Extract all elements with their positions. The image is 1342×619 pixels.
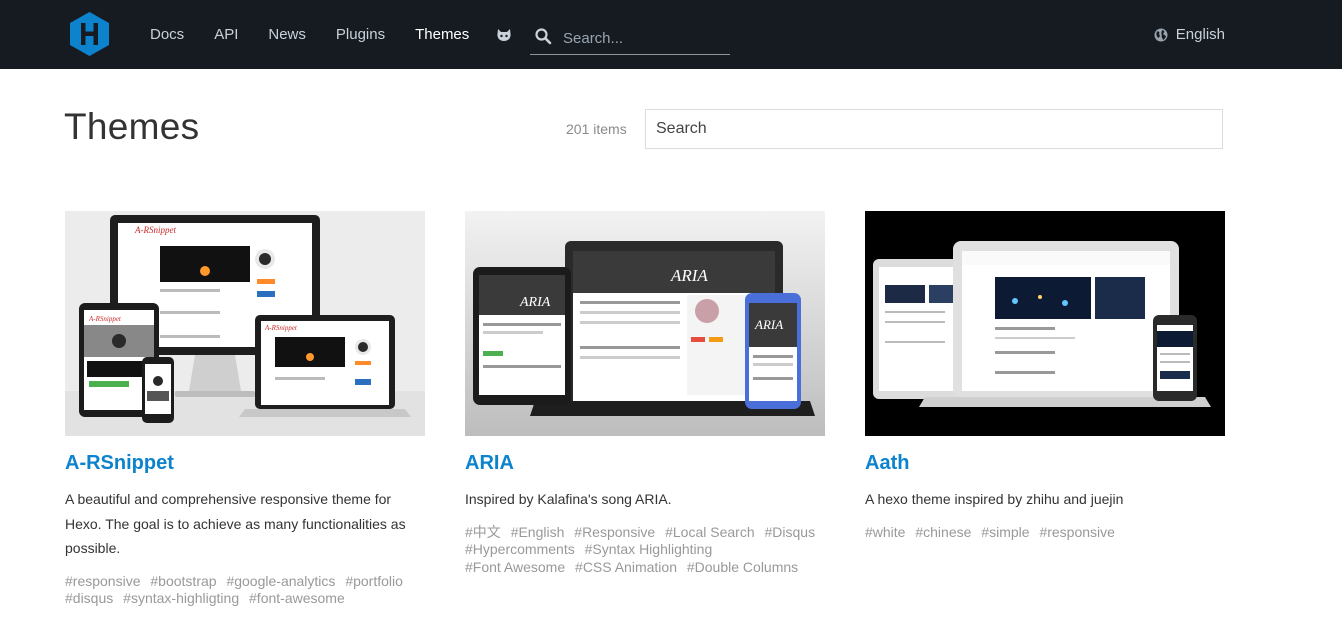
- tag[interactable]: #responsive: [65, 573, 141, 589]
- tag[interactable]: #Hypercomments: [465, 541, 575, 557]
- theme-tags: #中文 #English #Responsive #Local Search #…: [465, 524, 825, 577]
- tag[interactable]: #white: [865, 524, 905, 540]
- tag[interactable]: #Disqus: [765, 524, 816, 540]
- laptop-site-title: A-RSnippet: [264, 324, 298, 332]
- monitor-site-title: A-RSnippet: [134, 225, 176, 235]
- theme-description: Inspired by Kalafina's song ARIA.: [465, 491, 672, 507]
- tag[interactable]: #bootstrap: [150, 573, 216, 589]
- nav-plugins[interactable]: Plugins: [336, 0, 385, 69]
- theme-thumbnail-aria[interactable]: ARIA ARIA ARIA: [465, 211, 825, 436]
- nav-themes[interactable]: Themes: [415, 0, 469, 69]
- tag[interactable]: #Local Search: [665, 524, 755, 540]
- phone-site-title: ARIA: [754, 317, 783, 332]
- page-title: Themes: [64, 106, 200, 147]
- search-icon: [535, 28, 552, 45]
- laptop-site-title: ARIA: [670, 266, 708, 285]
- tablet-site-title: A-RSnippet: [88, 315, 122, 323]
- language-selector[interactable]: English: [1154, 0, 1225, 69]
- themes-search-input[interactable]: [645, 109, 1223, 149]
- theme-card-a-rsnippet: A-RSnippet A-RSnippet A-RSnippet A-RSnip…: [65, 211, 425, 608]
- theme-name[interactable]: ARIA: [465, 451, 825, 475]
- tag[interactable]: #portfolio: [345, 573, 403, 589]
- theme-tags: #white #chinese #simple #responsive: [865, 524, 1225, 542]
- tag[interactable]: #CSS Animation: [575, 559, 677, 575]
- tag[interactable]: #中文: [465, 524, 501, 540]
- theme-thumbnail-a-rsnippet[interactable]: A-RSnippet A-RSnippet A-RSnippet: [65, 211, 425, 436]
- tag[interactable]: #English: [511, 524, 565, 540]
- theme-card-aath: Aath A hexo theme inspired by zhihu and …: [865, 211, 1225, 541]
- tag[interactable]: #simple: [981, 524, 1029, 540]
- tag[interactable]: #Double Columns: [687, 559, 798, 575]
- theme-tags: #responsive #bootstrap #google-analytics…: [65, 573, 425, 608]
- globe-icon: [1154, 28, 1168, 41]
- tag[interactable]: #google-analytics: [226, 573, 335, 589]
- theme-description: A hexo theme inspired by zhihu and jueji…: [865, 491, 1124, 507]
- theme-thumbnail-aath[interactable]: [865, 211, 1225, 436]
- nav-docs[interactable]: Docs: [150, 0, 184, 69]
- language-label: English: [1175, 26, 1225, 43]
- github-icon[interactable]: [495, 26, 513, 44]
- top-navbar: Docs API News Plugins Themes English: [0, 0, 1342, 69]
- tag[interactable]: #Syntax Highlighting: [585, 541, 713, 557]
- tablet-site-title: ARIA: [519, 295, 551, 310]
- theme-name[interactable]: A-RSnippet: [65, 451, 425, 475]
- site-search-input[interactable]: [561, 24, 730, 52]
- theme-card-aria: ARIA ARIA ARIA ARIA Inspired by Kalafina…: [465, 211, 825, 576]
- tag[interactable]: #font-awesome: [249, 590, 345, 606]
- main-nav: Docs API News Plugins Themes: [150, 0, 499, 69]
- theme-name[interactable]: Aath: [865, 451, 1225, 475]
- nav-news[interactable]: News: [268, 0, 306, 69]
- hexo-logo-icon[interactable]: [69, 11, 110, 57]
- tag[interactable]: #Responsive: [574, 524, 655, 540]
- tag[interactable]: #disqus: [65, 590, 113, 606]
- tag[interactable]: #responsive: [1039, 524, 1115, 540]
- nav-api[interactable]: API: [214, 0, 238, 69]
- site-search: [530, 22, 730, 55]
- tag[interactable]: #Font Awesome: [465, 559, 565, 575]
- item-count: 201 items: [566, 121, 627, 137]
- theme-description: A beautiful and comprehensive responsive…: [65, 491, 406, 556]
- tag[interactable]: #chinese: [915, 524, 971, 540]
- tag[interactable]: #syntax-highligting: [123, 590, 239, 606]
